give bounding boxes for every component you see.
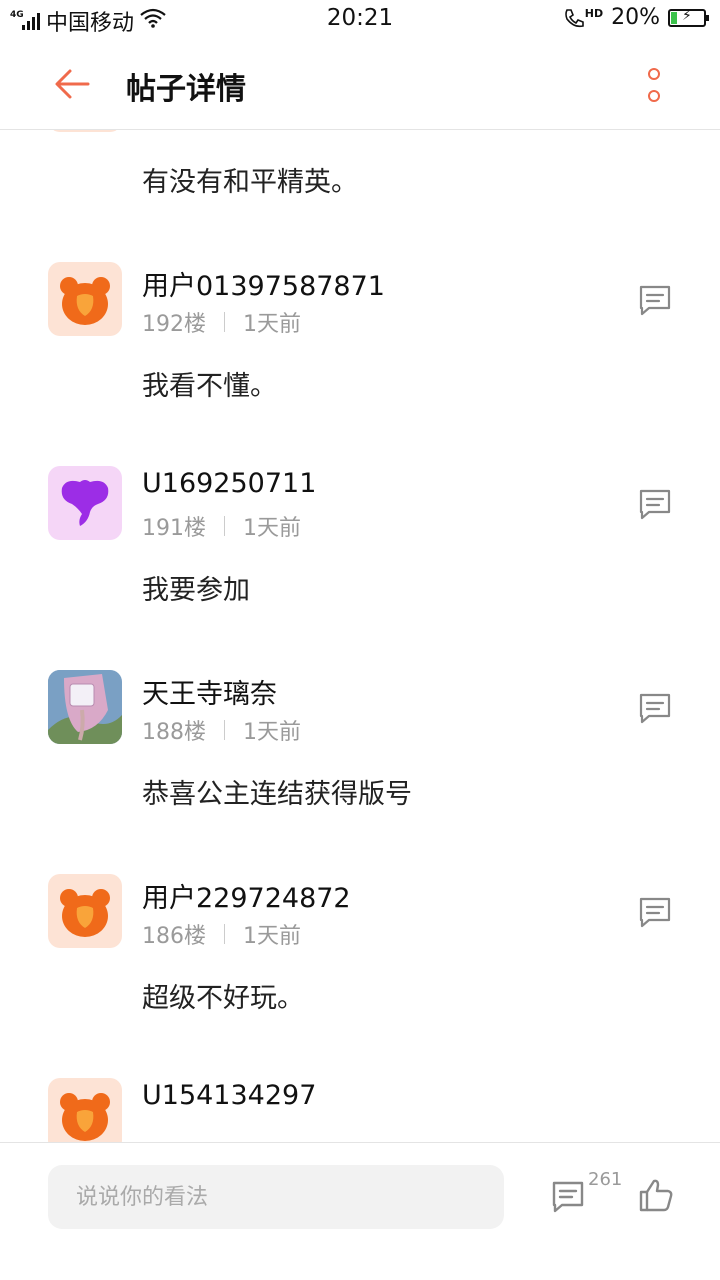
user-avatar[interactable] xyxy=(48,1078,122,1142)
username[interactable]: 用户229724872 xyxy=(142,876,351,915)
comment-item[interactable]: U169250711 191楼 1天前我要参加 xyxy=(0,466,720,670)
status-bar: 4G 中国移动 20:21 HD 20% ⚡ xyxy=(0,0,720,38)
meta-divider xyxy=(224,516,225,536)
comment-item[interactable]: 用户01397587871 192楼 1天前我看不懂。 xyxy=(0,262,720,466)
comment-meta: 192楼 1天前 xyxy=(142,306,301,338)
comment-input[interactable] xyxy=(48,1165,504,1229)
battery-percent: 20% xyxy=(611,5,660,30)
user-avatar[interactable] xyxy=(48,874,122,948)
user-avatar[interactable] xyxy=(48,466,122,540)
more-options-icon[interactable] xyxy=(644,68,664,102)
hd-call-icon: HD xyxy=(563,7,603,29)
floor-number: 186楼 xyxy=(142,924,206,949)
comment-time: 1天前 xyxy=(243,516,301,541)
comment-text: 恭喜公主连结获得版号 xyxy=(142,779,412,810)
bottom-bar: 261 xyxy=(0,1142,720,1280)
floor-number: 188楼 xyxy=(142,720,206,745)
username[interactable]: U169250711 xyxy=(142,468,316,499)
battery-icon: ⚡ xyxy=(668,8,709,27)
comment-text: 超级不好玩。 xyxy=(142,983,304,1014)
floor-number: 191楼 xyxy=(142,516,206,541)
comment-item[interactable]: 天王寺璃奈 188楼 1天前恭喜公主连结获得版号 xyxy=(0,670,720,874)
comment-meta: 186楼 1天前 xyxy=(142,918,301,950)
page-title: 帖子详情 xyxy=(126,72,246,107)
user-avatar[interactable] xyxy=(48,670,122,744)
comment-text: 我要参加 xyxy=(142,575,250,606)
app-header: 帖子详情 xyxy=(0,38,720,130)
username[interactable]: 天王寺璃奈 xyxy=(142,672,277,711)
reply-icon[interactable] xyxy=(638,284,672,318)
user-avatar[interactable] xyxy=(48,130,122,132)
back-arrow-icon[interactable] xyxy=(52,64,92,104)
comment-meta: 188楼 1天前 xyxy=(142,714,301,746)
comment-item[interactable]: 用户01397587871193楼1天前有没有和平精英。 xyxy=(0,130,720,262)
comment-meta: 193楼 1天前 xyxy=(142,130,301,134)
comment-text: 我看不懂。 xyxy=(142,371,277,402)
reply-icon[interactable] xyxy=(638,488,672,522)
comment-time: 1天前 xyxy=(243,924,301,949)
comment-meta: 191楼 1天前 xyxy=(142,510,301,542)
meta-divider xyxy=(224,312,225,332)
comment-item[interactable]: U154134297 xyxy=(0,1078,720,1142)
comment-time: 1天前 xyxy=(243,720,301,745)
reply-icon[interactable] xyxy=(638,896,672,930)
reply-icon[interactable] xyxy=(638,692,672,726)
username[interactable]: U154134297 xyxy=(142,1080,316,1111)
thumbs-up-icon[interactable] xyxy=(638,1177,674,1213)
comment-item[interactable]: 用户229724872 186楼 1天前超级不好玩。 xyxy=(0,874,720,1078)
comment-list[interactable]: 用户01397587871193楼1天前有没有和平精英。用户0139758787… xyxy=(0,130,720,1142)
floor-number: 193楼 xyxy=(142,130,206,134)
comment-time: 1天前 xyxy=(243,130,301,134)
floor-number: 192楼 xyxy=(142,312,206,337)
battery-fill xyxy=(671,11,678,24)
comment-text: 有没有和平精英。 xyxy=(142,167,358,198)
user-avatar[interactable] xyxy=(48,262,122,336)
comment-count: 261 xyxy=(588,1169,623,1190)
meta-divider xyxy=(224,924,225,944)
comment-time: 1天前 xyxy=(243,312,301,337)
meta-divider xyxy=(224,720,225,740)
comment-icon[interactable] xyxy=(550,1179,586,1215)
username[interactable]: 用户01397587871 xyxy=(142,264,385,303)
